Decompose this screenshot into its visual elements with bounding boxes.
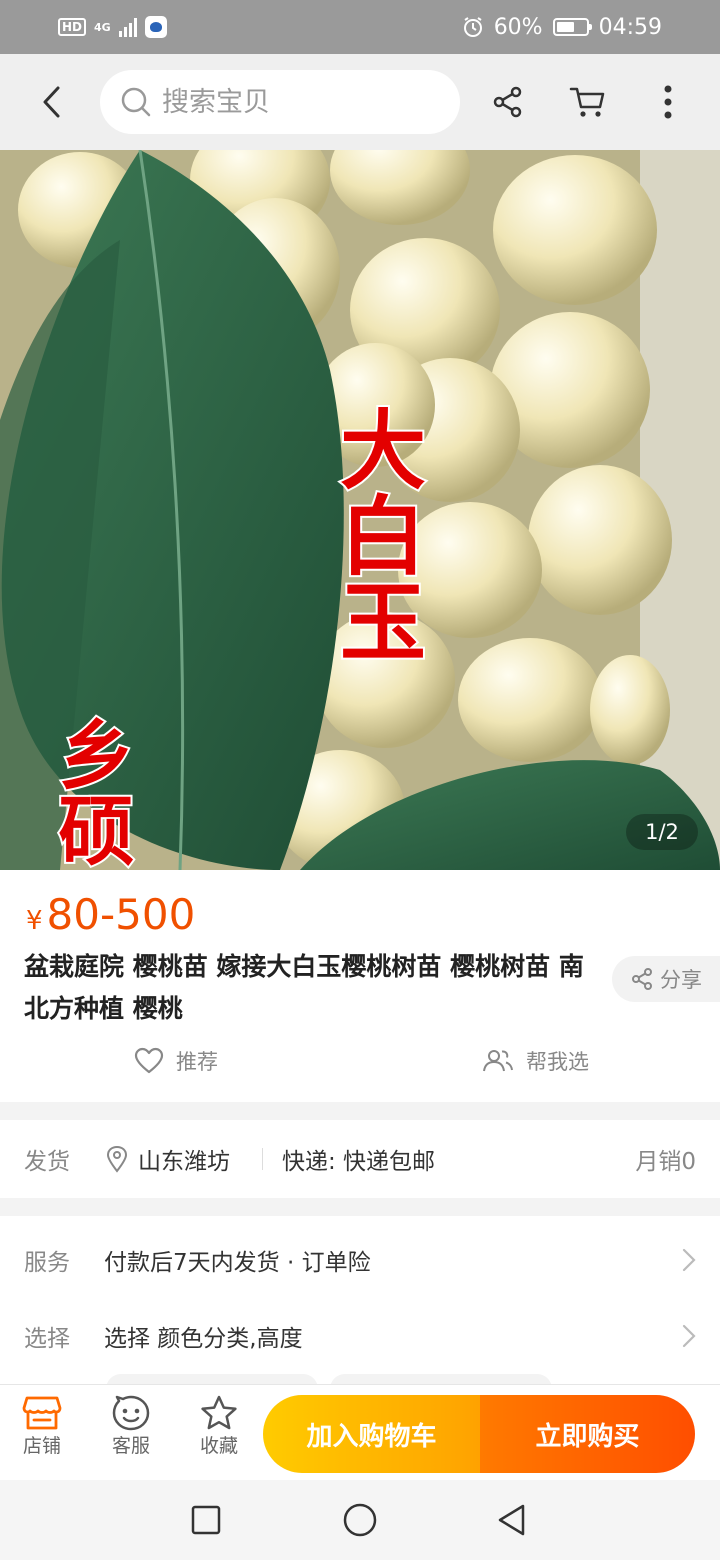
service-label: 服务 [24, 1250, 70, 1276]
search-input[interactable] [162, 86, 422, 118]
sku-thumbnail[interactable] [106, 1374, 318, 1384]
shipping-label: 发货 [24, 1149, 70, 1175]
more-button[interactable] [640, 74, 696, 130]
battery-percent: 60% [493, 14, 543, 40]
recommend-label: 推荐 [176, 1050, 218, 1074]
square-icon [191, 1505, 221, 1535]
buy-now-button[interactable]: 立即购买 [480, 1395, 695, 1473]
home-button[interactable] [340, 1500, 380, 1540]
product-info: ¥ 80-500 盆栽庭院 樱桃苗 嫁接大白玉樱桃树苗 樱桃树苗 南北方种植 樱… [0, 870, 720, 1102]
star-icon [201, 1395, 237, 1430]
select-row[interactable]: 选择 选择 颜色分类,高度 [0, 1306, 720, 1366]
back-button[interactable] [22, 72, 82, 132]
back-system-button[interactable] [492, 1500, 532, 1540]
triangle-back-icon [498, 1504, 525, 1536]
chevron-right-icon [682, 1248, 696, 1272]
product-photo: 大白玉 乡硕 [0, 150, 720, 870]
recents-button[interactable] [186, 1500, 226, 1540]
shipping-location: 山东潍坊 [106, 1142, 230, 1176]
location-pin-icon [106, 1145, 128, 1173]
image-counter: 1/2 [626, 814, 698, 850]
alarm-icon [463, 17, 482, 37]
divider [262, 1148, 263, 1170]
share-label: 分享 [660, 968, 702, 992]
battery-level [556, 22, 574, 32]
search-bar[interactable] [100, 70, 460, 134]
heart-icon [134, 1047, 164, 1074]
cart-icon [569, 87, 605, 117]
help-choose-label: 帮我选 [526, 1050, 589, 1074]
sku-thumbnail[interactable] [330, 1374, 552, 1384]
currency-symbol: ¥ [26, 906, 43, 936]
share-pill-button[interactable]: 分享 [612, 956, 720, 1002]
status-bar: HD 4G 60% 04:59 [0, 0, 720, 54]
watermark-logo: 乡硕 [46, 715, 135, 867]
back-arrow-icon [43, 86, 60, 118]
share-button[interactable] [480, 74, 536, 130]
cherry-variety-label: 大白玉 [325, 405, 426, 663]
system-nav-bar [0, 1480, 720, 1560]
app-notification-icon [144, 16, 167, 38]
network-type: 4G [94, 20, 111, 34]
shipping-row[interactable]: 发货 山东潍坊 快递: 快递包邮 月销0 [0, 1120, 720, 1198]
service-row[interactable]: 服务 付款后7天内发货 · 订单险 [0, 1230, 720, 1290]
favorite-label: 收藏 [199, 1435, 238, 1457]
select-label: 选择 [24, 1326, 70, 1352]
customer-service-label: 客服 [111, 1435, 150, 1457]
price-value: 80-500 [46, 890, 196, 939]
share-icon [493, 86, 522, 118]
express-info: 快递: 快递包邮 [282, 1149, 436, 1175]
help-choose-button[interactable]: 帮我选 [482, 1046, 589, 1076]
more-icon [664, 85, 672, 119]
status-left: HD 4G [58, 16, 167, 38]
add-to-cart-button[interactable]: 加入购物车 [263, 1395, 480, 1473]
store-label: 店铺 [22, 1435, 61, 1457]
hd-icon: HD [58, 18, 87, 36]
chat-face-icon [112, 1395, 150, 1431]
service-value: 付款后7天内发货 · 订单险 [104, 1250, 371, 1276]
signal-icon [118, 17, 137, 37]
status-right: 60% 04:59 [462, 15, 662, 40]
cart-button[interactable] [560, 74, 616, 130]
recommend-button[interactable]: 推荐 [134, 1046, 218, 1076]
monthly-sales: 月销0 [635, 1149, 696, 1175]
clock: 04:59 [598, 14, 662, 40]
details-section: 服务 付款后7天内发货 · 订单险 选择 选择 颜色分类,高度 [0, 1216, 720, 1384]
bottom-action-bar: 店铺 客服 收藏 加入购物车 立即购买 [0, 1384, 720, 1480]
search-icon [121, 87, 151, 117]
favorite-tab[interactable]: 收藏 [189, 1395, 249, 1457]
share-icon [632, 968, 652, 990]
people-icon [483, 1050, 513, 1072]
store-icon [22, 1396, 62, 1430]
product-title: 盆栽庭院 樱桃苗 嫁接大白玉樱桃树苗 樱桃树苗 南北方种植 樱桃 [24, 952, 584, 1023]
select-value: 选择 颜色分类,高度 [104, 1326, 303, 1352]
circle-icon [343, 1503, 377, 1537]
chevron-right-icon [682, 1324, 696, 1348]
store-tab[interactable]: 店铺 [12, 1395, 72, 1457]
product-image-carousel[interactable]: 大白玉 乡硕 1/2 [0, 150, 720, 870]
customer-service-tab[interactable]: 客服 [101, 1395, 161, 1457]
price: ¥ 80-500 [26, 890, 195, 939]
location-text: 山东潍坊 [138, 1149, 230, 1175]
top-nav [0, 54, 720, 150]
battery-icon [552, 18, 592, 36]
